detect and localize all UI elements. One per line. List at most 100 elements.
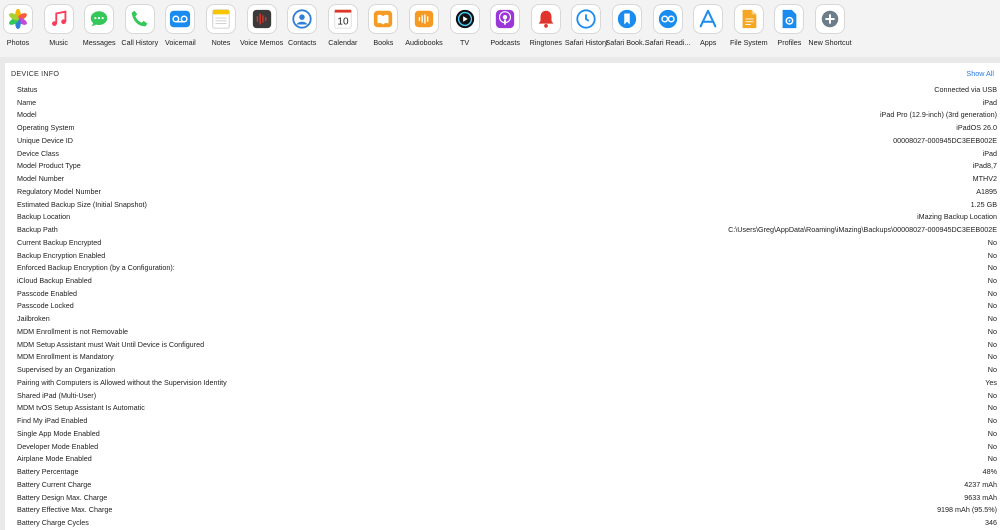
apps-icon — [694, 5, 723, 33]
show-all-link[interactable]: Show All — [966, 69, 994, 78]
toolbar-item-new-shortcut[interactable]: New Shortcut — [803, 5, 857, 47]
info-key: Model Number — [17, 174, 65, 184]
voicemail-icon — [166, 5, 195, 33]
podcasts-icon — [491, 5, 520, 33]
info-value: No — [987, 263, 997, 273]
info-row: Jailbroken No — [5, 313, 1000, 326]
info-key: MDM Enrollment is not Removable — [17, 326, 129, 336]
info-key: Developer Mode Enabled — [17, 441, 99, 451]
info-key: Single App Mode Enabled — [17, 428, 100, 438]
info-value: No — [987, 288, 997, 298]
info-row: MDM tvOS Setup Assistant Is Automatic No — [5, 402, 1000, 415]
toolbar-item-label: New Shortcut — [808, 38, 852, 47]
info-row: Regulatory Model Number A1895 — [5, 186, 1000, 199]
info-key: Current Backup Encrypted — [17, 237, 102, 247]
toolbar: Photos Music Messages Call History Voicemail… — [0, 0, 1000, 57]
info-value: No — [987, 326, 997, 336]
info-value: 00008027-000945DC3EEB002E — [893, 135, 997, 145]
info-key: Backup Path — [17, 225, 58, 235]
info-key: Passcode Enabled — [17, 288, 77, 298]
notes-icon — [207, 5, 235, 33]
photos-icon — [4, 5, 32, 33]
file-icon — [734, 5, 763, 33]
info-row: Battery Current Charge 4237 mAh — [5, 479, 1000, 492]
info-row: iCloud Backup Enabled No — [5, 275, 1000, 288]
info-row: Model Number MTHV2 — [5, 173, 1000, 186]
info-key: iCloud Backup Enabled — [17, 276, 92, 286]
info-row: MDM Setup Assistant must Wait Until Devi… — [5, 339, 1000, 352]
info-key: Battery Charge Cycles — [17, 517, 89, 527]
info-value: A1895 — [976, 186, 997, 196]
safari-history-icon — [572, 5, 601, 33]
info-key: Device Class — [17, 148, 59, 158]
info-value: No — [987, 365, 997, 375]
info-value: No — [987, 301, 997, 311]
info-value: No — [987, 250, 997, 260]
info-row: Battery Effective Max. Charge 9198 mAh (9… — [5, 504, 1000, 517]
info-key: Backup Encryption Enabled — [17, 250, 106, 260]
safari-bookmarks-icon — [613, 5, 641, 33]
info-key: Battery Percentage — [17, 467, 79, 477]
info-row: Developer Mode Enabled No — [5, 441, 1000, 454]
info-value: 1.25 GB — [970, 199, 997, 209]
device-info-list: Status Connected via USB Name iPad Model iPad… — [5, 84, 1000, 530]
info-value: iPad — [982, 148, 997, 158]
info-row: Unique Device ID 00008027-000945DC3EEB002… — [5, 135, 1000, 148]
info-row: Status Connected via USB — [5, 84, 1000, 97]
info-value: 346 — [985, 517, 997, 527]
info-key: Model — [17, 110, 37, 120]
info-key: Battery Design Max. Charge — [17, 492, 108, 502]
info-key: MDM Setup Assistant must Wait Until Devi… — [17, 339, 205, 349]
info-key: Find My iPad Enabled — [17, 416, 88, 426]
info-key: Regulatory Model Number — [17, 186, 101, 196]
info-key: Pairing with Computers is Allowed withou… — [17, 377, 227, 387]
audiobooks-icon — [410, 5, 438, 33]
info-value: No — [987, 237, 997, 247]
info-key: Backup Location — [17, 212, 71, 222]
phone-icon — [125, 5, 154, 33]
info-row: Device Class iPad — [5, 148, 1000, 161]
info-key: Estimated Backup Size (Initial Snapshot) — [17, 199, 147, 209]
profiles-icon — [775, 5, 804, 33]
info-key: Name — [17, 97, 37, 107]
info-value: No — [987, 352, 997, 362]
info-value: No — [987, 339, 997, 349]
info-key: Passcode Locked — [17, 301, 74, 311]
info-value: No — [987, 454, 997, 464]
books-icon — [369, 5, 398, 33]
info-key: Enforced Backup Encryption (by a Configu… — [17, 263, 175, 273]
info-value: No — [987, 416, 997, 426]
info-value: 4237 mAh — [964, 479, 997, 489]
info-row: Enforced Backup Encryption (by a Configu… — [5, 262, 1000, 275]
info-row: MDM Enrollment is Mandatory No — [5, 351, 1000, 364]
bell-icon — [531, 5, 560, 33]
info-value: No — [987, 441, 997, 451]
svg-text:10: 10 — [337, 17, 349, 28]
device-info-panel: DEVICE INFO Show All Status Connected via… — [5, 63, 1000, 530]
safari-reading-icon — [653, 5, 682, 33]
info-row: Supervised by an Organization No — [5, 364, 1000, 377]
info-key: Status — [17, 85, 38, 94]
info-row: Estimated Backup Size (Initial Snapshot)… — [5, 199, 1000, 212]
plus-icon — [816, 5, 844, 33]
device-info-title: DEVICE INFO — [11, 69, 60, 78]
info-key: Operating System — [17, 123, 75, 133]
info-value: No — [987, 403, 997, 413]
tv-icon — [450, 5, 479, 33]
info-value: iPad Pro (12.9-inch) (3rd generation) — [879, 110, 997, 120]
info-row: Battery Percentage 48% — [5, 466, 1000, 479]
info-key: Supervised by an Organization — [17, 365, 116, 375]
info-value: 48% — [982, 467, 997, 477]
info-row: Pairing with Computers is Allowed withou… — [5, 377, 1000, 390]
info-key: Unique Device ID — [17, 135, 73, 145]
messages-icon — [85, 5, 114, 33]
info-row: Passcode Enabled No — [5, 288, 1000, 301]
info-row: Battery Design Max. Charge 9633 mAh — [5, 492, 1000, 505]
info-row: Shared iPad (Multi-User) No — [5, 390, 1000, 403]
info-key: Battery Effective Max. Charge — [17, 505, 113, 515]
info-value: C:\Users\Greg\AppData\Roaming\iMazing\Ba… — [728, 225, 997, 235]
info-row: Operating System iPadOS 26.0 — [5, 122, 1000, 135]
info-key: MDM Enrollment is Mandatory — [17, 352, 114, 362]
info-key: Jailbroken — [17, 314, 50, 324]
info-value: 9198 mAh (95.5%) — [937, 505, 997, 515]
